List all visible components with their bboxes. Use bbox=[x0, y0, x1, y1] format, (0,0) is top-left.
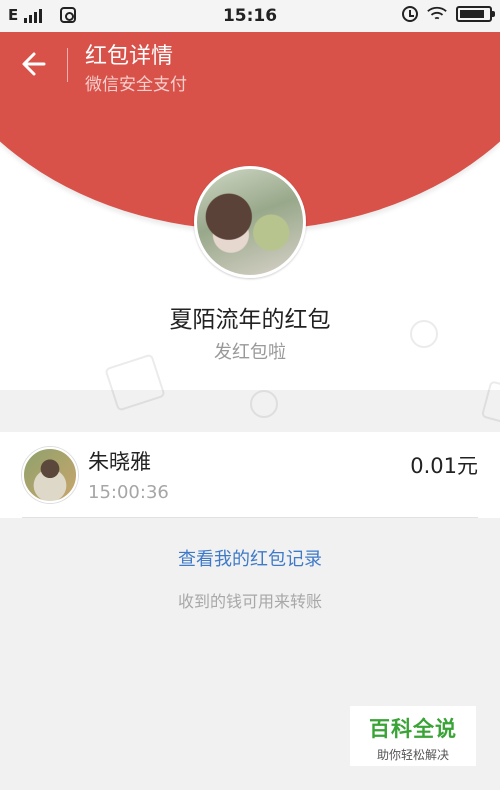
watermark-title: 百科全说 bbox=[369, 717, 457, 741]
view-records-link[interactable]: 查看我的红包记录 bbox=[0, 545, 500, 571]
wifi-icon bbox=[427, 6, 447, 20]
recipient-row[interactable]: 朱晓雅 15:00:36 0.01元 bbox=[0, 432, 500, 518]
header-divider bbox=[67, 48, 68, 82]
red-packet-details-screen: E 15:16 红包详情 微信安全支付 夏陌流年的红包 发红包啦 朱晓雅 15:… bbox=[0, 0, 500, 790]
back-arrow-icon bbox=[22, 52, 46, 76]
sender-avatar[interactable] bbox=[194, 166, 306, 278]
recipient-avatar[interactable] bbox=[22, 447, 78, 503]
greeting-message: 发红包啦 bbox=[214, 342, 286, 363]
page-title: 红包详情 bbox=[85, 44, 174, 69]
received-time: 15:00:36 bbox=[88, 482, 169, 503]
watermark: 百科全说 助你轻松解决 bbox=[350, 706, 476, 766]
status-bar: E 15:16 bbox=[0, 0, 500, 32]
recipient-name: 朱晓雅 bbox=[88, 450, 151, 474]
back-button[interactable] bbox=[16, 46, 52, 82]
sender-name: 夏陌流年的红包 bbox=[169, 307, 331, 333]
received-amount: 0.01元 bbox=[410, 454, 478, 478]
decorative-icon bbox=[250, 390, 278, 418]
watermark-subtitle: 助你轻松解决 bbox=[376, 748, 449, 762]
balance-note: 收到的钱可用来转账 bbox=[177, 592, 322, 611]
alarm-icon bbox=[402, 6, 418, 22]
page-subtitle: 微信安全支付 bbox=[85, 75, 187, 95]
battery-icon bbox=[456, 6, 495, 22]
battery-level bbox=[460, 10, 484, 18]
status-right bbox=[402, 6, 495, 22]
header: 红包详情 微信安全支付 bbox=[0, 32, 500, 102]
